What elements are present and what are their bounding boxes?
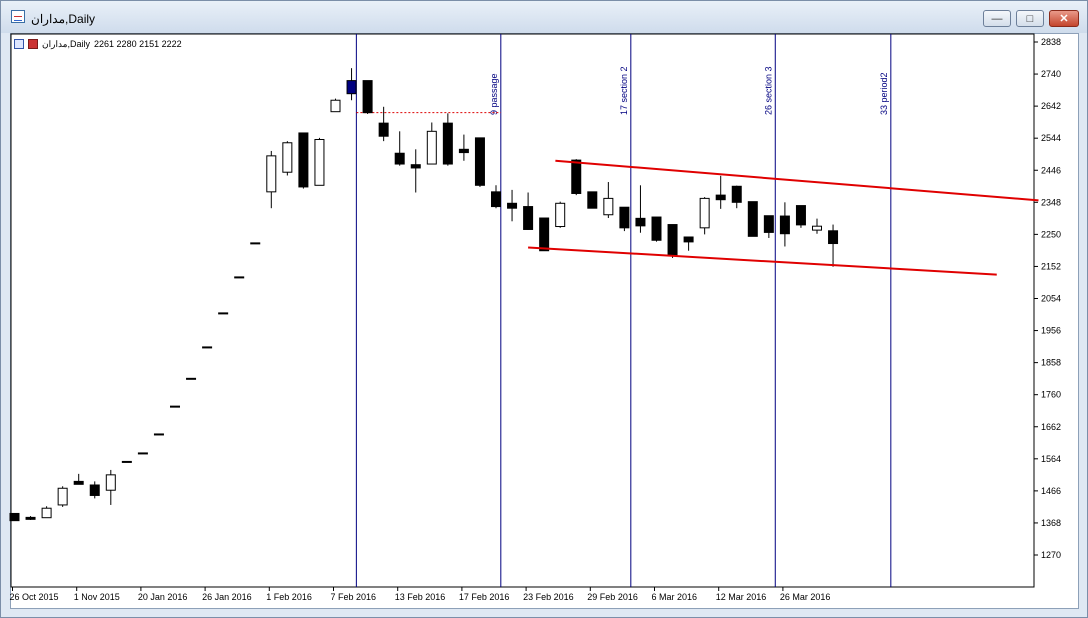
price-tick-label: 1662 <box>1041 422 1061 432</box>
candle-body <box>298 132 309 188</box>
candle-body <box>683 236 694 243</box>
candle-body <box>426 130 437 165</box>
candle-body <box>266 155 277 193</box>
candle-body <box>234 276 245 279</box>
candle-body <box>137 452 148 455</box>
date-tick-label: 17 Feb 2016 <box>459 592 510 602</box>
candle-body <box>314 138 325 186</box>
candle-body <box>186 377 197 380</box>
candle-body <box>651 216 662 241</box>
candle-body <box>89 484 100 496</box>
price-tick-label: 1956 <box>1041 326 1061 336</box>
candle-body <box>41 507 52 519</box>
candle-body <box>603 197 614 216</box>
candle-body <box>555 202 566 228</box>
candle-body <box>474 137 485 186</box>
candle-body <box>491 191 501 208</box>
channel-line <box>528 246 997 276</box>
price-tick-label: 2348 <box>1041 197 1061 207</box>
channel-line <box>555 159 1039 202</box>
date-tick-label: 26 Oct 2015 <box>10 592 59 602</box>
price-tick-label: 1760 <box>1041 390 1061 400</box>
price-tick-label: 2838 <box>1041 37 1061 47</box>
candle-body <box>105 474 116 491</box>
candle-body <box>828 230 839 245</box>
price-tick-label: 2054 <box>1041 294 1061 304</box>
candle-body <box>282 142 293 173</box>
candle-body <box>362 80 373 114</box>
candle-body <box>73 480 84 485</box>
candle-body <box>779 215 790 235</box>
candle-body <box>731 185 742 203</box>
candle-body <box>523 206 534 230</box>
candle-body <box>57 487 68 506</box>
plot-frame <box>10 33 1035 588</box>
candle-body <box>25 516 36 520</box>
date-tick-label: 29 Feb 2016 <box>587 592 638 602</box>
date-tick-label: 26 Mar 2016 <box>780 592 831 602</box>
vertical-line-label: 9 passage <box>489 73 499 115</box>
candle-body <box>170 405 180 408</box>
date-tick-label: 7 Feb 2016 <box>331 592 377 602</box>
date-tick-label: 1 Nov 2015 <box>74 592 120 602</box>
candle-body <box>507 202 518 209</box>
candle-body <box>250 242 261 245</box>
vertical-line-label: 26 section 3 <box>763 66 773 115</box>
candle-body <box>458 148 469 154</box>
candle-body <box>795 205 806 226</box>
candle-body <box>442 122 453 165</box>
price-tick-label: 1858 <box>1041 358 1061 368</box>
price-tick-label: 1368 <box>1041 518 1061 528</box>
vertical-line-label: 17 section 2 <box>619 66 629 115</box>
candle-body <box>9 512 20 522</box>
date-tick-label: 13 Feb 2016 <box>395 592 446 602</box>
candle-body <box>121 460 132 463</box>
price-tick-label: 1466 <box>1041 486 1061 496</box>
candle-body <box>394 152 405 165</box>
candle-body <box>715 194 726 201</box>
price-tick-label: 2544 <box>1041 133 1061 143</box>
vertical-line-label: 33 period2 <box>879 72 889 115</box>
price-tick-label: 1270 <box>1041 550 1061 560</box>
candle-body <box>410 164 421 169</box>
candle-body <box>202 346 213 349</box>
candle-body <box>539 217 550 252</box>
date-tick-label: 26 Jan 2016 <box>202 592 252 602</box>
date-tick-label: 12 Mar 2016 <box>716 592 767 602</box>
candle-body <box>699 197 710 229</box>
price-tick-label: 2152 <box>1041 261 1061 271</box>
candle-body <box>378 122 389 137</box>
price-tick-label: 2250 <box>1041 229 1061 239</box>
candle-body <box>587 191 598 209</box>
candle-body <box>346 80 357 95</box>
candle-body <box>635 217 646 227</box>
price-tick-label: 2740 <box>1041 69 1061 79</box>
candle-body <box>763 215 774 233</box>
price-tick-label: 2642 <box>1041 101 1061 111</box>
candle-body <box>812 225 822 231</box>
candle-body <box>153 433 164 436</box>
date-tick-label: 23 Feb 2016 <box>523 592 574 602</box>
date-tick-label: 1 Feb 2016 <box>266 592 312 602</box>
date-tick-label: 6 Mar 2016 <box>652 592 698 602</box>
candle-body <box>619 206 630 229</box>
candle-body <box>667 224 678 256</box>
candle-body <box>330 99 341 113</box>
price-tick-label: 2446 <box>1041 165 1061 175</box>
date-tick-label: 20 Jan 2016 <box>138 592 188 602</box>
price-tick-label: 1564 <box>1041 454 1061 464</box>
candle-body <box>218 312 229 315</box>
candle-body <box>571 159 582 194</box>
candlestick-chart[interactable]: 2838 2740 2642 2544 2446 2348 2250 2152 2054 1956… <box>0 0 1088 618</box>
candle-body <box>747 201 758 237</box>
